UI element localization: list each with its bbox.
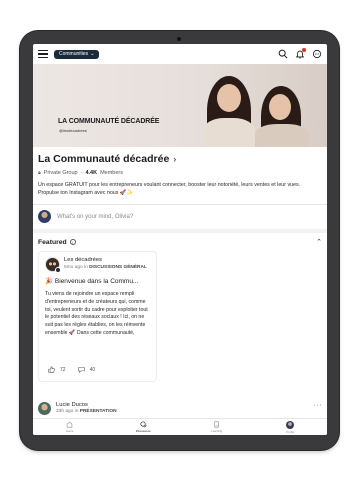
comment-icon (77, 367, 85, 373)
like-button[interactable]: 72 (48, 366, 66, 373)
admin-badge-icon (55, 267, 61, 273)
author-name[interactable]: Les décadrées (64, 257, 147, 263)
more-options-icon[interactable]: ··· (314, 402, 323, 409)
banner-handle: @lesdecadrees (59, 128, 87, 133)
nav-discussions-label: Discussions (135, 429, 151, 433)
notifications-bell-icon[interactable] (295, 48, 306, 59)
thumbs-up-icon (48, 366, 55, 373)
nav-discussions[interactable]: Discussions (107, 419, 181, 435)
comment-button[interactable]: 40 (77, 366, 96, 373)
chevron-down-icon: ⌄ (90, 50, 95, 57)
banner-title: LA COMMUNAUTÉ DÉCADRÉE (58, 118, 160, 125)
chevron-up-icon[interactable]: ⌃ (316, 238, 322, 246)
post-meta: 23h ago in PRÉSENTATION (56, 409, 117, 414)
community-header: La Communauté décadrée › 🔒︎ Private Grou… (33, 147, 327, 197)
tablet-camera (177, 37, 181, 41)
community-title[interactable]: La Communauté décadrée › (38, 153, 322, 165)
home-icon (67, 421, 73, 428)
featured-title: Featured (38, 238, 67, 246)
profile-avatar (286, 420, 295, 429)
community-description: Un espace GRATUIT pour les entrepreneurs… (38, 182, 301, 196)
nav-home[interactable]: Home (33, 419, 107, 435)
post-title: 🎉 Bienvenue dans la Commu... (45, 278, 139, 285)
post-time: 23h ago in (56, 409, 79, 414)
search-icon[interactable] (278, 49, 288, 59)
app-screen: Communities ⌄ LA COMMUNAUTÉ DÉCADRÉE @le… (33, 44, 327, 435)
meta-separator: · (80, 170, 83, 176)
nav-profile-label: Profile (286, 429, 295, 434)
top-bar: Communities ⌄ (33, 44, 327, 64)
post-space-link[interactable]: DISCUSSIONS GÉNÉRAL (89, 265, 147, 270)
communities-dropdown[interactable]: Communities ⌄ (54, 49, 100, 59)
post-meta: 5mo ago in DISCUSSIONS GÉNÉRAL (64, 265, 147, 270)
nav-learning[interactable]: Learning (180, 419, 254, 435)
privacy-label: Private Group (43, 170, 78, 176)
composer-placeholder: What's on your mind, Olivia? (57, 213, 134, 220)
post-author-row: Les décadrées 5mo ago in DISCUSSIONS GÉN… (45, 257, 150, 273)
post-composer[interactable]: What's on your mind, Olivia? (33, 205, 327, 229)
featured-header: Featured i ⌃ (33, 233, 327, 250)
messages-icon[interactable] (312, 49, 322, 59)
post-time: 5mo ago in (64, 265, 88, 270)
banner-photo-person-right (255, 84, 313, 147)
author-avatar[interactable] (45, 257, 61, 273)
notification-dot (302, 48, 306, 52)
nav-learning-label: Learning (211, 429, 223, 433)
members-count: 4.4K (85, 170, 98, 176)
like-count: 72 (60, 366, 66, 373)
author-name[interactable]: Lucie Ducos (56, 402, 117, 408)
topbar-actions (278, 48, 322, 59)
community-meta: 🔒︎ Private Group · 4.4K Members (38, 170, 322, 176)
communities-label: Communities (59, 51, 89, 57)
book-icon (214, 421, 220, 428)
post-body: Tu viens de rejoindre un espace rempli d… (45, 291, 148, 336)
hamburger-menu-icon[interactable] (38, 50, 48, 58)
info-icon[interactable]: i (69, 239, 76, 245)
discussions-icon (140, 421, 147, 428)
members-label: Members (100, 170, 123, 176)
banner-photo-person-left (201, 74, 261, 147)
comment-count: 40 (89, 366, 96, 373)
nav-home-label: Home (66, 429, 74, 433)
user-avatar (38, 210, 51, 223)
author-avatar[interactable] (38, 402, 51, 415)
post-actions: 72 40 (48, 366, 95, 373)
featured-post-card[interactable]: Les décadrées 5mo ago in DISCUSSIONS GÉN… (38, 251, 157, 382)
community-banner: LA COMMUNAUTÉ DÉCADRÉE @lesdecadrees (33, 64, 327, 147)
post-preview[interactable]: Lucie Ducos 23h ago in PRÉSENTATION ··· (38, 402, 322, 415)
lock-icon: 🔒︎ (38, 170, 41, 176)
nav-profile[interactable]: Profile (254, 419, 328, 435)
community-name: La Communauté décadrée (38, 153, 170, 165)
chevron-right-icon: › (173, 154, 177, 164)
bottom-navigation: Home Discussions Learning Profile (33, 418, 327, 435)
post-space-link[interactable]: PRÉSENTATION (80, 409, 117, 414)
